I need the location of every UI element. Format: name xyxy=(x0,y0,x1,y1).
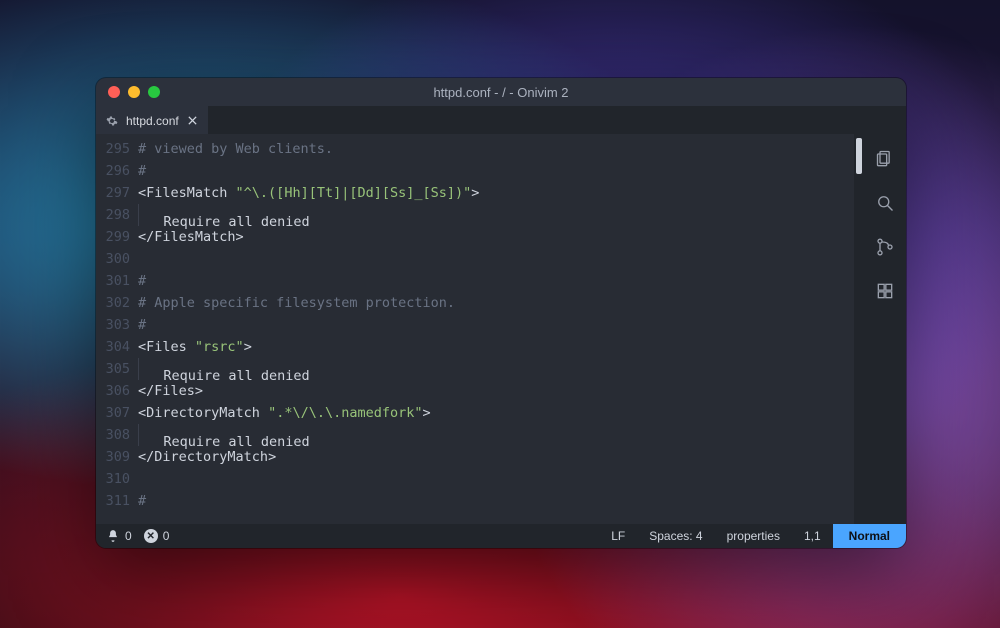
scrollbar-track[interactable] xyxy=(854,134,864,524)
tab-strip: httpd.conf xyxy=(96,106,906,134)
source-control-icon[interactable] xyxy=(874,236,896,258)
traffic-lights xyxy=(108,86,160,98)
status-notifications[interactable]: 0 xyxy=(106,529,132,543)
editor[interactable]: 2952962972982993003013023033043053063073… xyxy=(96,134,864,524)
editor-body: 2952962972982993003013023033043053063073… xyxy=(96,134,906,524)
app-window: httpd.conf - / - Onivim 2 httpd.conf 295… xyxy=(96,78,906,548)
notifications-count: 0 xyxy=(125,529,132,543)
code-line[interactable]: </DirectoryMatch> xyxy=(138,446,854,468)
errors-count: 0 xyxy=(163,529,170,543)
gear-icon xyxy=(106,115,118,127)
code-line[interactable]: # xyxy=(138,160,854,182)
status-mode: Normal xyxy=(833,524,906,548)
window-title: httpd.conf - / - Onivim 2 xyxy=(96,85,906,100)
status-indent[interactable]: Spaces: 4 xyxy=(637,524,714,548)
search-icon[interactable] xyxy=(874,192,896,214)
tab-label: httpd.conf xyxy=(126,114,179,128)
extensions-icon[interactable] xyxy=(874,280,896,302)
scrollbar-thumb[interactable] xyxy=(856,138,862,174)
window-minimize-button[interactable] xyxy=(128,86,140,98)
tab-close-button[interactable] xyxy=(187,115,198,126)
status-filetype[interactable]: properties xyxy=(715,524,792,548)
code-line[interactable]: <FilesMatch "^\.([Hh][Tt]|[Dd][Ss]_[Ss])… xyxy=(138,182,854,204)
code-line[interactable] xyxy=(138,248,854,270)
code-line[interactable]: # Apple specific filesystem protection. xyxy=(138,292,854,314)
title-bar: httpd.conf - / - Onivim 2 xyxy=(96,78,906,106)
gutter: 2952962972982993003013023033043053063073… xyxy=(96,134,138,524)
status-errors[interactable]: ✕ 0 xyxy=(144,529,170,543)
tab-httpd-conf[interactable]: httpd.conf xyxy=(96,106,208,134)
code-area[interactable]: # viewed by Web clients.#<FilesMatch "^\… xyxy=(138,134,854,524)
error-icon: ✕ xyxy=(144,529,158,543)
code-line[interactable]: Require all denied xyxy=(138,358,854,380)
status-position[interactable]: 1,1 xyxy=(792,524,833,548)
code-line[interactable]: Require all denied xyxy=(138,424,854,446)
code-line[interactable]: # xyxy=(138,314,854,336)
code-line[interactable] xyxy=(138,468,854,490)
code-line[interactable]: # viewed by Web clients. xyxy=(138,138,854,160)
status-eol[interactable]: LF xyxy=(599,524,637,548)
window-zoom-button[interactable] xyxy=(148,86,160,98)
code-line[interactable]: Require all denied xyxy=(138,204,854,226)
explorer-icon[interactable] xyxy=(874,148,896,170)
bell-icon xyxy=(106,529,120,543)
code-line[interactable]: <DirectoryMatch ".*\/\.\.namedfork"> xyxy=(138,402,854,424)
code-line[interactable]: # xyxy=(138,490,854,512)
code-line[interactable]: <Files "rsrc"> xyxy=(138,336,854,358)
status-bar: 0 ✕ 0 LF Spaces: 4 properties 1,1 Normal xyxy=(96,524,906,548)
code-line[interactable]: # xyxy=(138,270,854,292)
window-close-button[interactable] xyxy=(108,86,120,98)
activity-bar xyxy=(864,134,906,524)
